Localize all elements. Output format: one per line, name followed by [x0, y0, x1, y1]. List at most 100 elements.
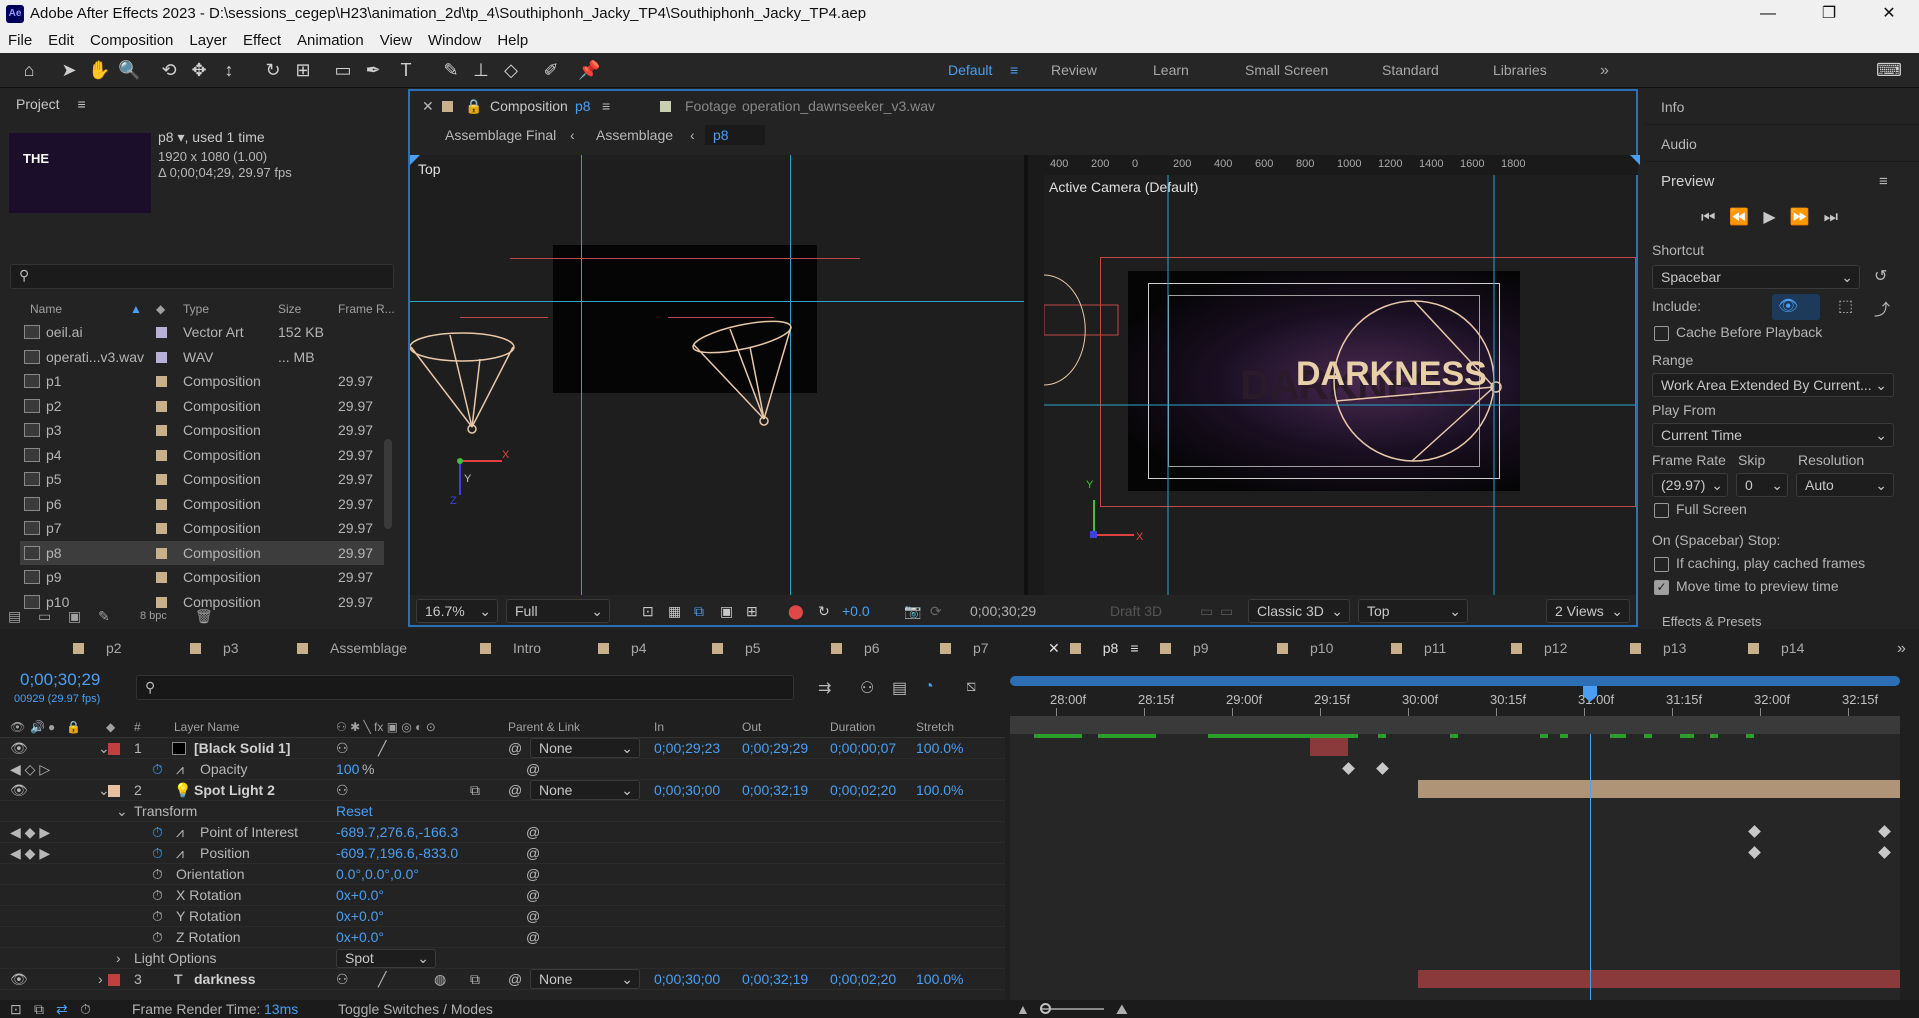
show-snapshot-icon[interactable]: ⟳ [930, 597, 942, 625]
view-layout-dropdown[interactable]: 2 Views ⌄ [1546, 599, 1630, 623]
label-color[interactable] [156, 449, 167, 461]
viewer-timecode[interactable]: 0;00;30;29 [970, 597, 1036, 625]
layer-row[interactable]: 👁 ⌄ 1 [Black Solid 1] ⚇ ╱ @ None ⌄ 0;00;2… [0, 738, 1005, 759]
toggle-switches-modes[interactable]: Toggle Switches / Modes [338, 1000, 493, 1018]
reset-shortcut-icon[interactable]: ↺ [1874, 266, 1887, 286]
effects-presets-tab[interactable]: Effects & Presets [1662, 614, 1761, 629]
property-row-orientation[interactable]: ⏱ Orientation 0.0°,0.0°,0.0° @ [0, 864, 1005, 885]
preview-resolution-dropdown[interactable]: Auto ⌄ [1796, 473, 1894, 497]
pickwhip-icon[interactable]: @ [508, 738, 522, 759]
label-color[interactable] [156, 425, 167, 436]
rotate-tool-icon[interactable]: ↻ [262, 59, 284, 81]
menu-effect[interactable]: Effect [235, 28, 289, 53]
timeline-tab-p6[interactable]: p6 [831, 640, 880, 656]
expression-icon[interactable]: @ [526, 885, 540, 906]
shortcut-dropdown[interactable]: Spacebar ⌄ [1652, 265, 1860, 289]
tab-composition[interactable]: Composition [490, 91, 568, 121]
brush-tool-icon[interactable]: ✎ [440, 59, 462, 81]
info-panel-tab[interactable]: Info [1645, 89, 1919, 125]
timeline-tab-p12[interactable]: p12 [1511, 640, 1567, 656]
zoom-slider-handle[interactable] [1040, 1003, 1051, 1014]
keyframe[interactable] [1748, 846, 1761, 859]
new-folder-icon[interactable]: ▭ [38, 603, 51, 629]
layer-out[interactable]: 0;00;29;29 [742, 738, 808, 759]
full-screen-checkbox[interactable] [1654, 503, 1669, 518]
graph-icon[interactable]: ⩘ [176, 759, 184, 780]
mask-visibility-icon[interactable]: ⧉ [694, 597, 704, 625]
type-tool-icon[interactable]: T [395, 59, 417, 81]
layer-color-label[interactable] [108, 974, 120, 986]
xrot-value[interactable]: 0x+0.0° [336, 885, 384, 906]
menu-view[interactable]: View [372, 28, 420, 53]
keyframe[interactable] [1878, 846, 1891, 859]
project-item[interactable]: p2 Composition 29.97 [20, 394, 384, 418]
expression-icon[interactable]: @ [526, 906, 540, 927]
keyframe[interactable] [1878, 825, 1891, 838]
label-color[interactable] [156, 523, 167, 534]
project-item[interactable]: p7 Composition 29.97 [20, 516, 384, 540]
tab-footage[interactable]: Footage [685, 91, 736, 121]
project-item[interactable]: p5 Composition 29.97 [20, 467, 384, 491]
timeline-tab-assemblage[interactable]: Assemblage [297, 640, 407, 656]
close-button[interactable]: ✕ [1866, 0, 1912, 28]
orbit-tool-icon[interactable]: ⟲ [158, 59, 180, 81]
transform-group-row[interactable]: ⌄ Transform Reset [0, 801, 1005, 822]
pen-tool-icon[interactable]: ✒ [362, 59, 384, 81]
reset-exposure-icon[interactable]: ↻ [818, 597, 830, 625]
3d-layer-icon[interactable]: ⧉ [470, 780, 480, 801]
quality-icon[interactable]: ╱ [378, 969, 386, 990]
keyframe-nav-icon[interactable]: ◀ ◆ ▶ [10, 822, 50, 843]
project-item[interactable]: p6 Composition 29.97 [20, 492, 384, 516]
menu-composition[interactable]: Composition [82, 28, 181, 53]
dolly-tool-icon[interactable]: ↕ [218, 59, 240, 81]
transfer-icon[interactable]: ⇄ [56, 1000, 68, 1018]
layer-row[interactable]: 👁 ⌄ 2 💡 Spot Light 2 ⚇ ⧉ @ None ⌄ 0;00;30… [0, 780, 1005, 801]
eye-icon[interactable]: 👁 [10, 969, 28, 990]
rectangle-tool-icon[interactable]: ▭ [332, 59, 354, 81]
skip-dropdown[interactable]: 0 ⌄ [1736, 473, 1788, 497]
layer-duration[interactable]: 0;00;02;20 [830, 780, 896, 801]
project-search-input[interactable]: ⚲ [10, 264, 394, 289]
layer-stretch[interactable]: 100.0% [916, 738, 963, 759]
graph-icon[interactable]: ⩘ [176, 822, 184, 843]
layer-name[interactable]: [Black Solid 1] [194, 738, 290, 759]
col-duration[interactable]: Duration [830, 716, 875, 738]
project-item[interactable]: p3 Composition 29.97 [20, 418, 384, 442]
search-help-icon[interactable]: ⌨ [1876, 59, 1902, 81]
zrot-value[interactable]: 0x+0.0° [336, 927, 384, 948]
layer-name[interactable]: darkness [194, 969, 255, 990]
chevron-down-icon[interactable]: ▾ [177, 129, 184, 145]
reset-link[interactable]: Reset [336, 801, 373, 822]
motion-blur-icon[interactable]: ◔ [924, 678, 934, 696]
viewer-right-camera[interactable]: Active Camera (Default) DARKNESS DARKNES… [1044, 175, 1636, 595]
grid-guides-icon[interactable]: ⊞ [746, 597, 758, 625]
stopwatch-icon[interactable]: ⏱ [152, 822, 163, 843]
parent-dropdown[interactable]: None ⌄ [530, 780, 640, 800]
label-color[interactable] [156, 474, 167, 485]
breadcrumb-assemblage[interactable]: Assemblage [596, 121, 673, 149]
keyframe[interactable] [1376, 762, 1389, 775]
timeline-search-input[interactable]: ⚲ [136, 675, 794, 700]
sort-up-icon[interactable]: ▲ [130, 297, 142, 321]
project-item[interactable]: p9 Composition 29.97 [20, 565, 384, 589]
parent-dropdown[interactable]: None ⌄ [530, 969, 640, 989]
label-color[interactable] [156, 400, 167, 412]
project-item[interactable]: oeil.ai Vector Art 152 KB [20, 320, 384, 344]
poi-value[interactable]: -689.7,276.6,-166.3 [336, 822, 458, 843]
layer-stretch[interactable]: 100.0% [916, 969, 963, 990]
resolution-dropdown[interactable]: Full ⌄ [506, 599, 610, 623]
layer-in[interactable]: 0;00;30;00 [654, 780, 720, 801]
if-caching-checkbox[interactable] [1654, 557, 1669, 572]
anchor-tool-icon[interactable]: ⊞ [292, 59, 314, 81]
yrot-value[interactable]: 0x+0.0° [336, 906, 384, 927]
timeline-tab-p13[interactable]: p13 [1630, 640, 1686, 656]
viewer-left-top[interactable]: Top X Y Z [410, 155, 1024, 595]
eye-icon[interactable]: 👁 [10, 738, 28, 759]
transparency-grid-icon[interactable]: ▦ [668, 597, 681, 625]
expression-icon[interactable]: @ [526, 927, 540, 948]
timeline-scrollbar[interactable] [1900, 676, 1912, 996]
label-tag-icon[interactable]: ◆ [106, 716, 115, 738]
tab-menu-icon[interactable]: ≡ [602, 91, 610, 121]
menu-layer[interactable]: Layer [181, 28, 235, 53]
next-frame-icon[interactable]: ⏩ [1790, 209, 1824, 226]
